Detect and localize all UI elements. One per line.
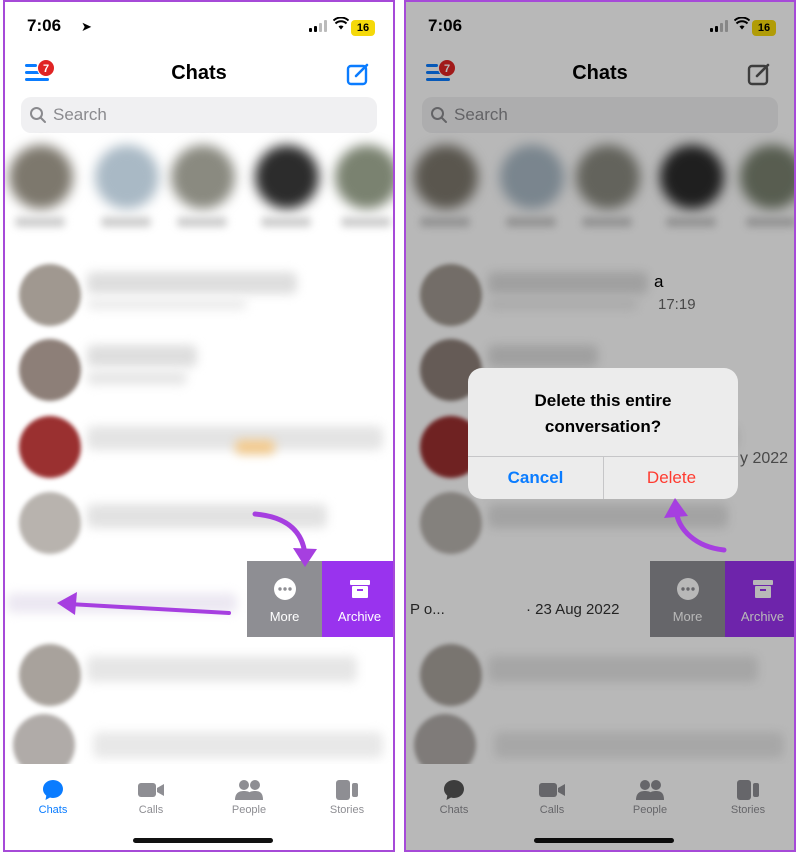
- delete-arrow-annotation: [664, 498, 727, 553]
- swipe-arrow-annotation: [57, 511, 317, 615]
- right-screen: 7:06 16 7 Chats Search a 17:19 y 2022 P …: [404, 0, 796, 852]
- left-screen: 7:06 ➤ 16 7 Chats Search More Archive Ch…: [3, 0, 395, 852]
